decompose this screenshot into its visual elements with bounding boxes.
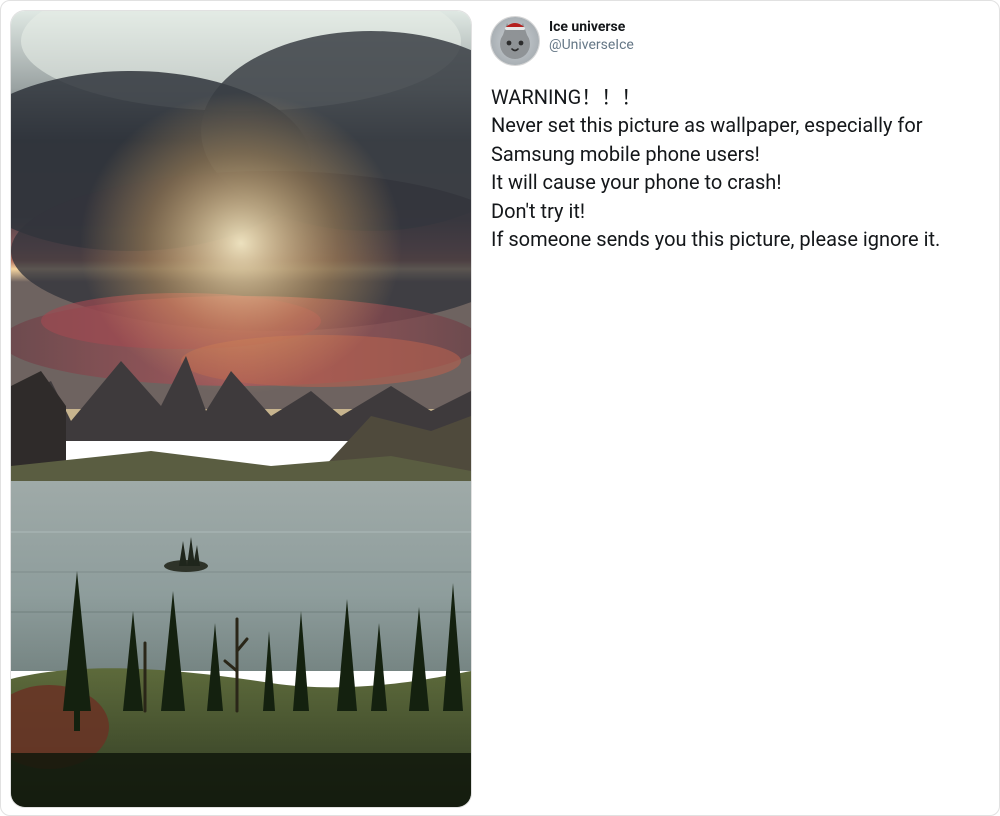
tweet-text: WARNING！！！ Never set this picture as wal…: [491, 83, 979, 253]
profile-names: Ice universe @UniverseIce: [549, 17, 634, 54]
profile-header[interactable]: Ice universe @UniverseIce: [491, 17, 979, 65]
avatar[interactable]: [491, 17, 539, 65]
tweet-content: Ice universe @UniverseIce WARNING！！！ Nev…: [491, 11, 989, 805]
handle[interactable]: @UniverseIce: [549, 37, 634, 55]
tweet-card: Ice universe @UniverseIce WARNING！！！ Nev…: [0, 0, 1000, 816]
tweet-media[interactable]: [11, 11, 471, 807]
display-name[interactable]: Ice universe: [549, 19, 634, 37]
